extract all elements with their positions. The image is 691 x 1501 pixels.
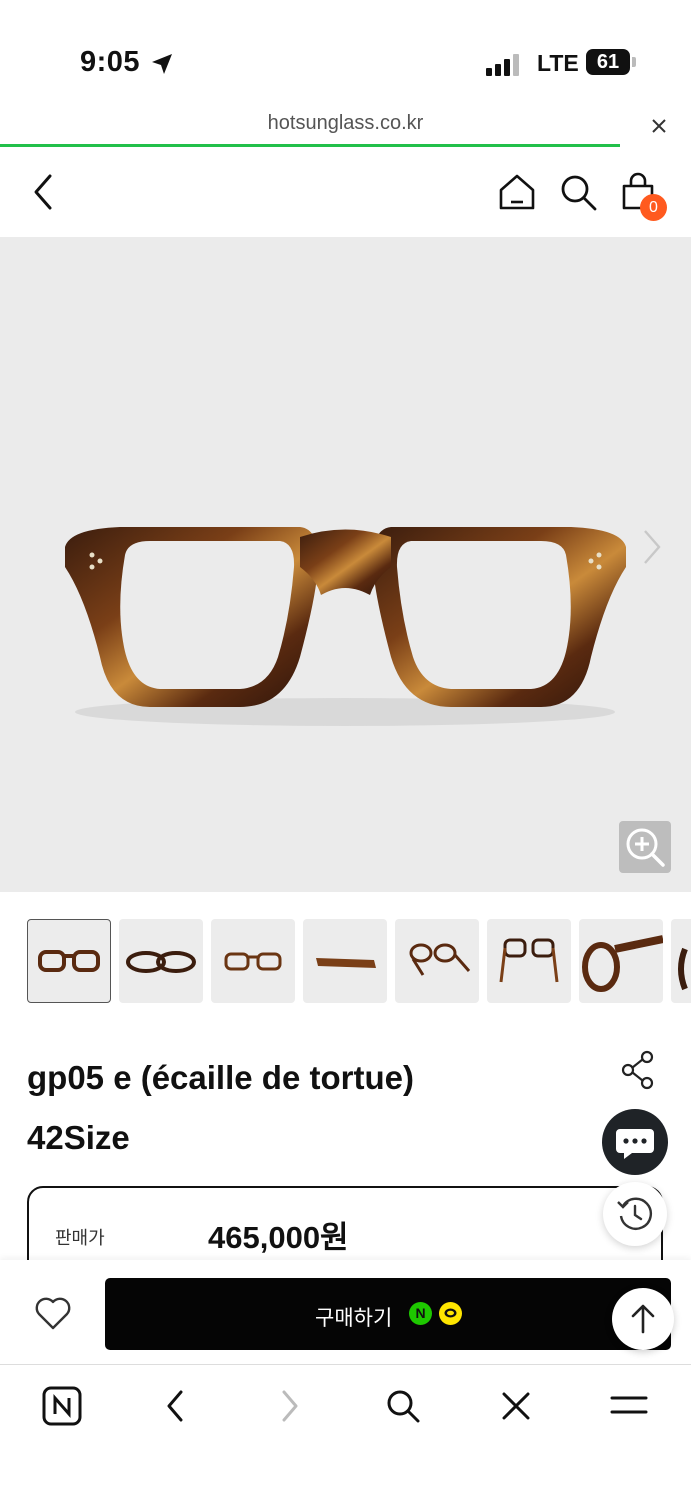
thumbnail[interactable] xyxy=(395,919,479,1003)
thumbnail[interactable] xyxy=(487,919,571,1003)
glasses-illustration xyxy=(65,527,626,726)
chevron-right-icon[interactable] xyxy=(641,527,663,567)
product-title-line2: 42Size xyxy=(27,1119,130,1156)
page-load-progress xyxy=(0,144,620,147)
zoom-button[interactable] xyxy=(619,821,671,873)
location-arrow-icon xyxy=(152,54,172,74)
arrow-up-icon xyxy=(631,1304,655,1334)
thumbnail[interactable] xyxy=(119,919,203,1003)
price-value: 465,000원 xyxy=(208,1220,349,1255)
thumbnail[interactable] xyxy=(671,919,691,1003)
back-icon[interactable] xyxy=(163,1388,187,1424)
thumbnail-strip xyxy=(27,919,691,1003)
recent-history-button[interactable] xyxy=(603,1182,667,1246)
thumbnail[interactable] xyxy=(303,919,387,1003)
signal-icon xyxy=(486,54,519,76)
status-time: 9:05 xyxy=(80,46,141,78)
battery-indicator: 61 xyxy=(586,49,630,75)
close-icon[interactable] xyxy=(650,117,668,135)
browser-toolbar xyxy=(0,1364,691,1501)
forward-icon[interactable] xyxy=(278,1388,302,1424)
naver-pay-icon: N xyxy=(409,1302,432,1325)
share-icon[interactable] xyxy=(620,1050,656,1090)
product-main-image[interactable] xyxy=(0,237,691,892)
menu-icon[interactable] xyxy=(610,1394,648,1418)
chat-button[interactable] xyxy=(602,1109,668,1175)
home-icon[interactable] xyxy=(497,172,537,212)
battery-tip xyxy=(632,57,636,67)
thumbnail[interactable] xyxy=(27,919,111,1003)
history-icon xyxy=(617,1197,653,1230)
url-bar[interactable]: hotsunglass.co.kr xyxy=(0,112,691,135)
cart-count-badge: 0 xyxy=(640,194,667,221)
price-label: 판매가 xyxy=(55,1228,105,1248)
kakao-pay-icon xyxy=(439,1302,462,1325)
close-icon[interactable] xyxy=(500,1390,532,1422)
chat-icon xyxy=(616,1129,654,1159)
network-label: LTE xyxy=(537,50,579,76)
thumbnail[interactable] xyxy=(579,919,663,1003)
naver-icon[interactable] xyxy=(42,1386,82,1426)
product-title-line1: gp05 e (écaille de tortue) xyxy=(27,1059,414,1096)
buy-button-label: 구매하기 xyxy=(315,1307,393,1330)
back-icon[interactable] xyxy=(30,172,58,212)
search-icon[interactable] xyxy=(558,172,598,212)
thumbnail[interactable] xyxy=(211,919,295,1003)
scroll-top-button[interactable] xyxy=(612,1288,674,1350)
search-icon[interactable] xyxy=(385,1388,421,1424)
product-title: gp05 e (écaille de tortue) 42Size xyxy=(27,1050,587,1166)
heart-icon[interactable] xyxy=(33,1295,73,1331)
zoom-in-icon xyxy=(626,828,665,867)
